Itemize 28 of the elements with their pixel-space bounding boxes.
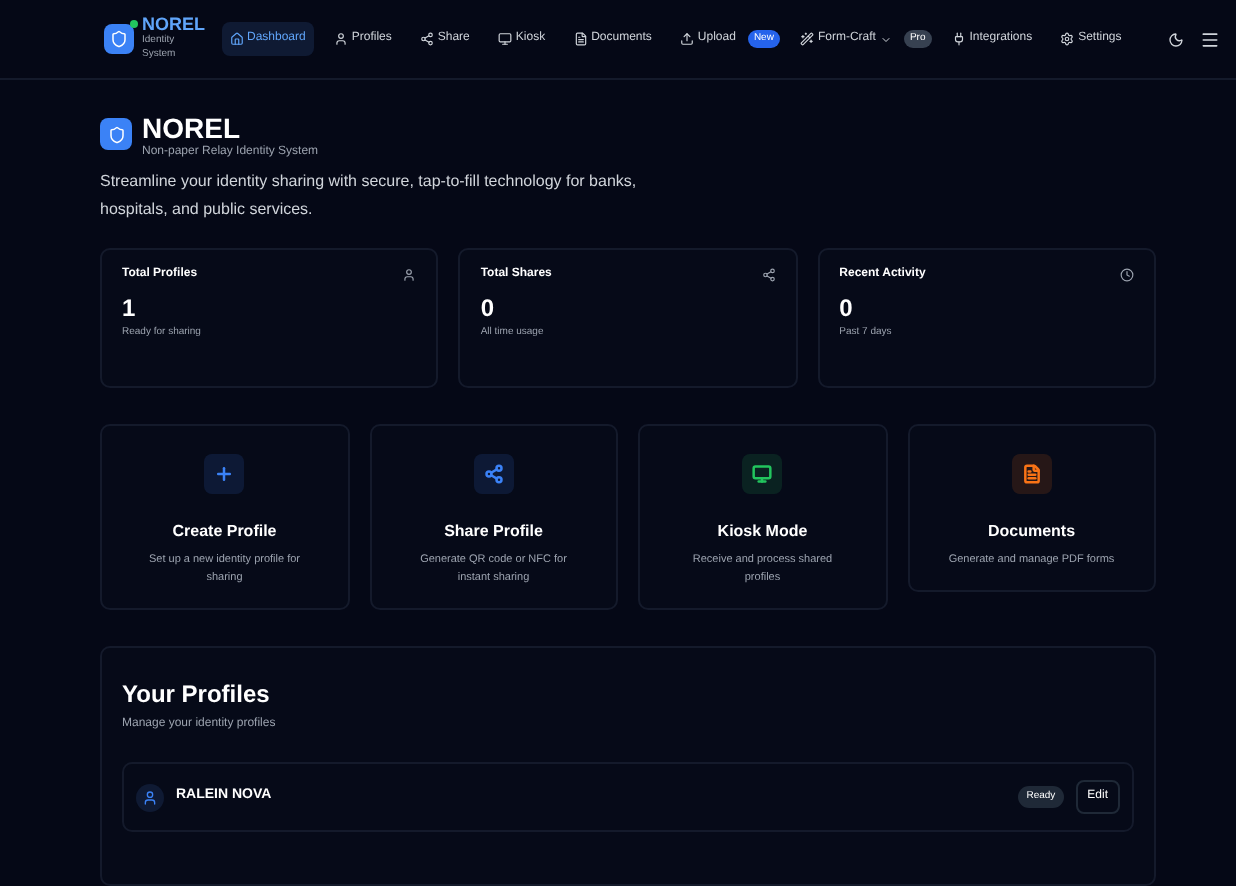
- hero-title: NOREL: [142, 112, 242, 144]
- avatar-icon: [136, 783, 164, 811]
- user-icon: [333, 32, 348, 46]
- logo-icon: [104, 24, 134, 54]
- logo-icon: [100, 118, 132, 150]
- clock-icon: [1119, 268, 1134, 282]
- stat-value: 1: [122, 292, 138, 326]
- monitor-icon: [497, 32, 512, 46]
- stat-value: 0: [839, 292, 855, 326]
- stat-value: 0: [480, 292, 497, 326]
- share-icon: [419, 32, 434, 46]
- action-title: Kiosk Mode: [717, 520, 808, 544]
- section-title: Your Profiles: [122, 678, 272, 712]
- upload-icon: [679, 32, 694, 46]
- action-title: Share Profile: [444, 520, 543, 544]
- document-icon: [573, 32, 588, 46]
- theme-toggle-icon[interactable]: [1168, 31, 1184, 47]
- user-icon: [402, 268, 417, 282]
- action-title: Documents: [987, 520, 1076, 544]
- hero-description: Streamline your identity sharing with secure, tap-to-fill technology for banks, hospitals, and public services.: [100, 170, 639, 222]
- wand-icon: [799, 32, 814, 46]
- plug-icon: [951, 32, 966, 46]
- brand-name: NOREL: [142, 16, 205, 34]
- action-title: Create Profile: [172, 520, 277, 544]
- share-icon: [761, 268, 776, 282]
- home-icon: [229, 32, 243, 46]
- settings-icon: [1060, 32, 1075, 46]
- menu-icon[interactable]: [1200, 29, 1220, 49]
